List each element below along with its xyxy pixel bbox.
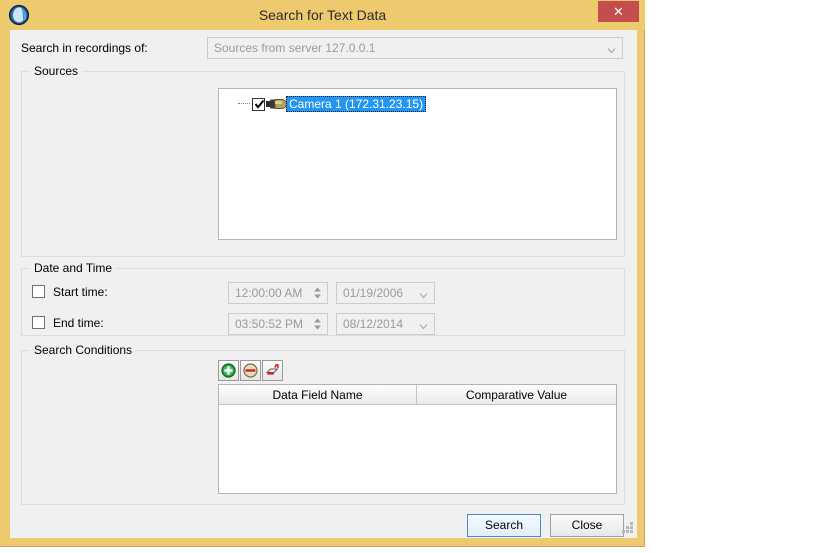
chevron-down-icon [607, 44, 616, 54]
end-time-label: End time: [53, 316, 104, 330]
end-date-input[interactable]: 08/12/2014 [336, 313, 435, 335]
start-time-input[interactable]: 12:00:00 AM [228, 282, 328, 304]
tree-item-checkbox[interactable] [252, 97, 265, 111]
conditions-grid-header: Data Field Name Comparative Value [219, 385, 616, 405]
search-in-recordings-label: Search in recordings of: [21, 41, 148, 55]
sources-group: Sources Camera 1 (172.31.23.15) [21, 64, 625, 257]
conditions-grid[interactable]: Data Field Name Comparative Value [218, 384, 617, 494]
start-date-input[interactable]: 01/19/2006 [336, 282, 435, 304]
sources-tree[interactable]: Camera 1 (172.31.23.15) [218, 88, 617, 240]
start-date-value: 01/19/2006 [343, 286, 404, 300]
conditions-grid-body[interactable] [219, 405, 616, 493]
camera-icon [266, 97, 287, 111]
clear-conditions-button[interactable] [262, 360, 283, 381]
start-time-label: Start time: [53, 285, 108, 299]
sources-group-title: Sources [30, 64, 83, 78]
column-header-comparative-value[interactable]: Comparative Value [417, 385, 616, 405]
end-time-checkbox[interactable] [32, 316, 45, 329]
search-conditions-group-title: Search Conditions [30, 343, 137, 357]
column-header-data-field-name[interactable]: Data Field Name [219, 385, 417, 405]
conditions-toolbar [218, 360, 284, 381]
source-select[interactable]: Sources from server 127.0.0.1 [207, 37, 623, 59]
end-time-input[interactable]: 03:50:52 PM [228, 313, 328, 335]
close-button[interactable]: Close [550, 514, 624, 537]
chevron-down-icon[interactable] [419, 289, 428, 299]
date-time-group-title: Date and Time [30, 261, 117, 275]
dialog-window: Search for Text Data ✕ Search in recordi… [0, 0, 645, 547]
remove-condition-button[interactable] [240, 360, 261, 381]
tree-item-label[interactable]: Camera 1 (172.31.23.15) [286, 96, 427, 112]
search-button[interactable]: Search [467, 514, 541, 537]
add-condition-button[interactable] [218, 360, 239, 381]
end-time-value: 03:50:52 PM [235, 317, 304, 331]
resize-grip[interactable] [621, 522, 634, 535]
tree-connector-line [238, 95, 252, 113]
search-conditions-group: Search Conditions Data Field Name Compar… [21, 343, 625, 505]
chevron-down-icon[interactable] [419, 320, 428, 330]
source-select-value: Sources from server 127.0.0.1 [214, 41, 376, 55]
window-title: Search for Text Data [258, 7, 387, 23]
title-bar[interactable]: Search for Text Data ✕ [0, 0, 645, 30]
start-time-value: 12:00:00 AM [235, 286, 303, 300]
tree-item-camera-1[interactable]: Camera 1 (172.31.23.15) [238, 95, 427, 113]
end-time-spinner[interactable] [311, 316, 324, 332]
date-time-group: Date and Time Start time: 12:00:00 AM 01… [21, 261, 625, 336]
end-date-value: 08/12/2014 [343, 317, 404, 331]
dialog-client-area: Search in recordings of: Sources from se… [10, 30, 637, 538]
close-window-button[interactable]: ✕ [598, 1, 639, 22]
start-time-spinner[interactable] [311, 285, 324, 301]
start-time-checkbox[interactable] [32, 285, 45, 298]
